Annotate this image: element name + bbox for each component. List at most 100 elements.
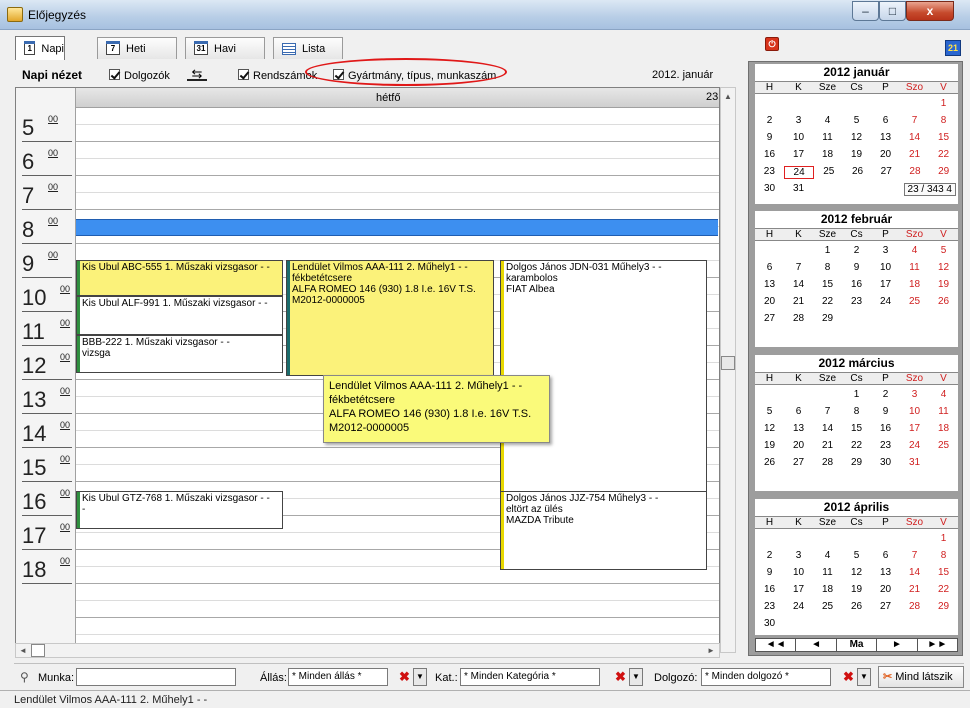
calendar-day[interactable]: 5 (755, 406, 784, 419)
calendar-day[interactable]: 11 (813, 132, 842, 145)
close-button[interactable]: x (906, 1, 954, 21)
calendar-day[interactable]: 22 (929, 149, 958, 162)
chevron-down-icon[interactable]: ▼ (857, 668, 871, 686)
calendar-day[interactable]: 16 (842, 279, 871, 292)
workers-checkbox[interactable]: Dolgozók (109, 69, 170, 82)
calendar-day[interactable]: 2 (755, 115, 784, 128)
calendar-day[interactable]: 4 (929, 389, 958, 402)
calendar-day[interactable]: 20 (784, 440, 813, 453)
calendar-day[interactable]: 30 (755, 183, 784, 196)
calendar-day[interactable]: 28 (813, 457, 842, 470)
calendar-day[interactable]: 11 (900, 262, 929, 275)
calendar-day[interactable]: 20 (755, 296, 784, 309)
show-all-button[interactable]: ✂ Mind látszik (878, 666, 964, 688)
calendar-day[interactable]: 24 (871, 296, 900, 309)
calendar-day[interactable]: 12 (842, 567, 871, 580)
calendar-day[interactable]: 2 (842, 245, 871, 258)
calendar-day[interactable]: 9 (842, 262, 871, 275)
calendar-day[interactable]: 9 (755, 132, 784, 145)
calendar-day[interactable]: 8 (842, 406, 871, 419)
swap-arrows-icon[interactable]: ⇆ (187, 67, 207, 81)
scroll-thumb[interactable] (31, 644, 45, 657)
tab-monthly[interactable]: 31 Havi (185, 37, 265, 59)
calendar-day[interactable]: 10 (784, 132, 813, 145)
clear-icon[interactable]: ✖ (396, 668, 413, 686)
calendar-day[interactable]: 7 (784, 262, 813, 275)
calendar-day[interactable]: 9 (755, 567, 784, 580)
calendar-day[interactable]: 4 (813, 115, 842, 128)
chevron-down-icon[interactable]: ▼ (413, 668, 427, 686)
calendar-day[interactable]: 31 (900, 457, 929, 470)
calendar-day[interactable]: 6 (871, 115, 900, 128)
worker-select[interactable]: * Minden dolgozó * (701, 668, 831, 686)
calendar-day[interactable]: 23 (755, 166, 784, 179)
calendar-day[interactable]: 13 (871, 567, 900, 580)
calendar-day[interactable]: 27 (784, 457, 813, 470)
nav-today-button[interactable]: Ma (837, 639, 878, 651)
maximize-button[interactable]: □ (879, 1, 906, 21)
appointment-card[interactable]: Kis Ubul GTZ-768 1. Műszaki vizsgasor - … (76, 491, 283, 529)
calendar-day[interactable]: 17 (871, 279, 900, 292)
calendar-day[interactable]: 18 (929, 423, 958, 436)
calendar-day[interactable]: 2 (755, 550, 784, 563)
calendar-day[interactable]: 25 (813, 601, 842, 614)
calendar-day[interactable]: 10 (871, 262, 900, 275)
calendar-day[interactable]: 11 (813, 567, 842, 580)
calendar-day[interactable]: 26 (929, 296, 958, 309)
calendar-day[interactable]: 26 (842, 601, 871, 614)
power-icon[interactable]: ⏻ (765, 37, 779, 51)
calendar-day[interactable]: 29 (929, 166, 958, 179)
calendar-day[interactable]: 12 (929, 262, 958, 275)
work-input[interactable] (76, 668, 236, 686)
calendar-day[interactable]: 31 (784, 183, 813, 196)
calendar-day[interactable]: 20 (871, 584, 900, 597)
calendar-day[interactable]: 3 (784, 550, 813, 563)
calendar-day[interactable]: 25 (929, 440, 958, 453)
calendar-day[interactable]: 18 (900, 279, 929, 292)
scroll-up-icon[interactable]: ▲ (721, 90, 735, 104)
calendar-day[interactable]: 12 (755, 423, 784, 436)
clear-icon[interactable]: ✖ (612, 668, 629, 686)
calendar-day[interactable]: 17 (784, 149, 813, 162)
calendar-day[interactable]: 2 (871, 389, 900, 402)
calendar-day[interactable]: 28 (900, 601, 929, 614)
calendar-day[interactable]: 17 (900, 423, 929, 436)
calendar-day[interactable]: 26 (843, 166, 872, 179)
calendar-day[interactable]: 6 (755, 262, 784, 275)
calendar-day[interactable]: 25 (814, 166, 843, 179)
calendar-day[interactable]: 21 (900, 584, 929, 597)
calendar-day[interactable]: 6 (784, 406, 813, 419)
calendar-day[interactable]: 1 (842, 389, 871, 402)
appointment-card[interactable]: Kis Ubul ALF-991 1. Műszaki vizsgasor - … (76, 296, 283, 335)
calendar-day[interactable]: 23 (755, 601, 784, 614)
calendar-day[interactable]: 7 (900, 550, 929, 563)
calendar-day[interactable]: 23 (842, 296, 871, 309)
calendar-day[interactable]: 28 (901, 166, 930, 179)
calendar-day[interactable]: 16 (871, 423, 900, 436)
calendar-day[interactable]: 1 (929, 98, 958, 111)
calendar-day[interactable]: 8 (929, 115, 958, 128)
calendar-day[interactable]: 16 (755, 584, 784, 597)
calendar-day[interactable]: 10 (784, 567, 813, 580)
calendar-day[interactable]: 21 (900, 149, 929, 162)
nav-last-button[interactable]: ►► (918, 639, 957, 651)
sort-icon[interactable]: 21 (945, 40, 961, 56)
calendar-day[interactable]: 27 (755, 313, 784, 326)
calendar-day[interactable]: 13 (784, 423, 813, 436)
calendar-day[interactable]: 20 (871, 149, 900, 162)
calendar-day[interactable]: 19 (929, 279, 958, 292)
calendar-day[interactable]: 21 (813, 440, 842, 453)
calendar-day[interactable]: 24 (784, 601, 813, 614)
calendar-day[interactable]: 14 (900, 132, 929, 145)
status-select[interactable]: * Minden állás * (288, 668, 388, 686)
tab-weekly[interactable]: 7 Heti (97, 37, 177, 59)
calendar-day[interactable]: 8 (929, 550, 958, 563)
calendar-day[interactable]: 5 (842, 115, 871, 128)
vertical-scrollbar[interactable]: ▲ (720, 87, 736, 653)
calendar-day[interactable]: 22 (929, 584, 958, 597)
calendar-day[interactable]: 14 (784, 279, 813, 292)
calendar-day[interactable]: 28 (784, 313, 813, 326)
calendar-day[interactable]: 16 (755, 149, 784, 162)
calendar-day[interactable]: 29 (813, 313, 842, 326)
calendar-day[interactable]: 19 (842, 149, 871, 162)
